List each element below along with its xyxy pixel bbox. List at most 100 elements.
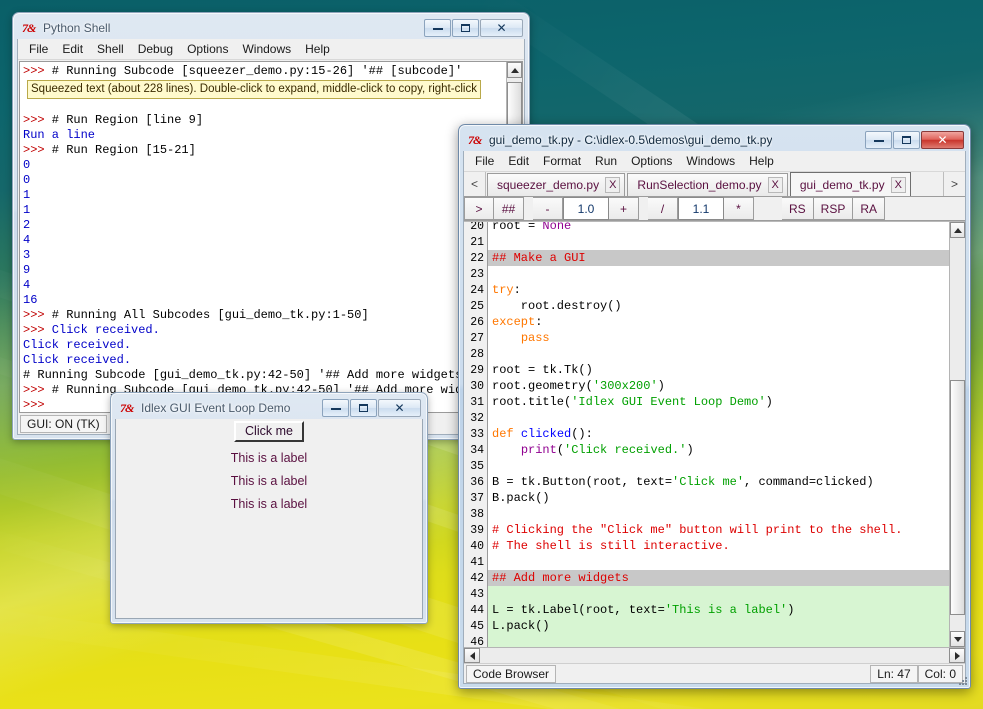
code-line[interactable]: root.geometry('300x200') — [488, 378, 949, 394]
scroll-down-icon[interactable] — [950, 631, 965, 647]
python-shell-output-area[interactable]: >>> # Running Subcode [squeezer_demo.py:… — [19, 61, 523, 413]
resize-grip-icon[interactable] — [955, 673, 969, 687]
editor-menu-run[interactable]: Run — [588, 152, 624, 170]
editor-menu-windows[interactable]: Windows — [679, 152, 742, 170]
close-icon[interactable]: ✕ — [480, 19, 523, 37]
code-line[interactable]: L = tk.Label(root, text='This is a label… — [488, 602, 949, 618]
python-shell-output-text[interactable]: >>> # Running Subcode [squeezer_demo.py:… — [20, 62, 506, 412]
code-line[interactable] — [488, 234, 949, 250]
code-line[interactable] — [488, 634, 949, 647]
shell-menu-shell[interactable]: Shell — [90, 40, 131, 58]
python-shell-window-buttons[interactable]: ✕ — [424, 19, 523, 37]
code-line[interactable]: ## Make a GUI — [488, 250, 949, 266]
maximize-icon[interactable] — [452, 19, 479, 37]
shell-menu-windows[interactable]: Windows — [235, 40, 298, 58]
minimize-icon[interactable] — [322, 399, 349, 417]
value-entry-2[interactable]: 1.1 — [678, 197, 724, 220]
subcode-marker-button[interactable]: ## — [494, 197, 524, 220]
scroll-up-icon[interactable] — [507, 62, 522, 78]
run-all-button[interactable]: RA — [853, 197, 885, 220]
multiply-button[interactable]: * — [724, 197, 754, 220]
editor-tab-squeezer-demo-py[interactable]: squeezer_demo.pyX — [487, 173, 625, 196]
scroll-left-icon[interactable] — [464, 648, 480, 663]
scrollbar-track-lower[interactable] — [950, 615, 965, 631]
editor-menu-options[interactable]: Options — [624, 152, 679, 170]
code-line[interactable]: # The shell is still interactive. — [488, 538, 949, 554]
code-line[interactable] — [488, 266, 949, 282]
code-line[interactable]: root.destroy() — [488, 298, 949, 314]
idlex-gui-demo-window[interactable]: 7& Idlex GUI Event Loop Demo ✕ Click me … — [110, 392, 428, 624]
shell-menu-edit[interactable]: Edit — [55, 40, 90, 58]
code-line[interactable] — [488, 554, 949, 570]
editor-menu-file[interactable]: File — [468, 152, 501, 170]
idlex-gui-demo-window-buttons[interactable]: ✕ — [322, 399, 421, 417]
decrease-button[interactable]: - — [533, 197, 563, 220]
python-shell-menubar[interactable]: FileEditShellDebugOptionsWindowsHelp — [18, 39, 524, 60]
code-line[interactable]: pass — [488, 330, 949, 346]
shell-menu-file[interactable]: File — [22, 40, 55, 58]
editor-tabbar[interactable]: <squeezer_demo.pyXRunSelection_demo.pyXg… — [464, 172, 965, 197]
editor-menu-edit[interactable]: Edit — [501, 152, 536, 170]
increase-button[interactable]: + — [609, 197, 639, 220]
tab-scroll-right-icon[interactable]: > — [943, 172, 965, 196]
editor-menu-help[interactable]: Help — [742, 152, 781, 170]
code-line[interactable] — [488, 346, 949, 362]
run-subcode-button[interactable]: > — [464, 197, 494, 220]
editor-tab-gui-demo-tk-py[interactable]: gui_demo_tk.pyX — [790, 172, 911, 196]
scroll-right-icon[interactable] — [949, 648, 965, 663]
editor-menubar[interactable]: FileEditFormatRunOptionsWindowsHelp — [464, 151, 965, 172]
editor-horizontal-scrollbar[interactable] — [464, 647, 965, 663]
shell-menu-help[interactable]: Help — [298, 40, 337, 58]
idlex-gui-demo-titlebar[interactable]: 7& Idlex GUI Event Loop Demo ✕ — [115, 397, 423, 419]
scroll-up-icon[interactable] — [950, 222, 965, 238]
shell-menu-options[interactable]: Options — [180, 40, 235, 58]
maximize-icon[interactable] — [350, 399, 377, 417]
python-shell-window[interactable]: 7& Python Shell ✕ FileEditShellDebugOpti… — [12, 12, 530, 440]
editor-vertical-scrollbar[interactable] — [949, 222, 965, 647]
code-line[interactable]: ## Add more widgets — [488, 570, 949, 586]
code-line[interactable]: root.title('Idlex GUI Event Loop Demo') — [488, 394, 949, 410]
tab-close-icon[interactable]: X — [891, 177, 906, 193]
hscrollbar-track[interactable] — [480, 648, 949, 663]
gui-demo-editor-window[interactable]: 7& gui_demo_tk.py - C:\idlex-0.5\demos\g… — [458, 124, 971, 689]
editor-toolbar[interactable]: >##-1.0+ /1.1* RSRSPRA — [464, 197, 965, 221]
code-line[interactable]: def clicked(): — [488, 426, 949, 442]
scrollbar-track-upper[interactable] — [950, 238, 965, 380]
editor-tab-runselection-demo-py[interactable]: RunSelection_demo.pyX — [627, 173, 787, 196]
run-selection-print-button[interactable]: RSP — [814, 197, 854, 220]
code-line[interactable]: B.pack() — [488, 490, 949, 506]
click-me-button[interactable]: Click me — [234, 421, 304, 442]
squeezed-text-banner[interactable]: Squeezed text (about 228 lines). Double-… — [27, 80, 481, 99]
code-line[interactable]: root = None — [488, 221, 949, 234]
code-line[interactable] — [488, 586, 949, 602]
code-line[interactable]: except: — [488, 314, 949, 330]
scrollbar-thumb[interactable] — [950, 380, 965, 615]
close-icon[interactable]: ✕ — [921, 131, 964, 149]
editor-window-buttons[interactable]: ✕ — [865, 131, 964, 149]
editor-titlebar[interactable]: 7& gui_demo_tk.py - C:\idlex-0.5\demos\g… — [463, 129, 966, 151]
tab-close-icon[interactable]: X — [605, 177, 620, 193]
code-text[interactable]: root = None ## Make a GUI try: root.dest… — [488, 221, 949, 647]
maximize-icon[interactable] — [893, 131, 920, 149]
code-line[interactable] — [488, 410, 949, 426]
shell-menu-debug[interactable]: Debug — [131, 40, 180, 58]
code-line[interactable]: root = tk.Tk() — [488, 362, 949, 378]
minimize-icon[interactable] — [424, 19, 451, 37]
minimize-icon[interactable] — [865, 131, 892, 149]
editor-menu-format[interactable]: Format — [536, 152, 588, 170]
python-shell-titlebar[interactable]: 7& Python Shell ✕ — [17, 17, 525, 39]
value-entry-1[interactable]: 1.0 — [563, 197, 609, 220]
code-line[interactable] — [488, 458, 949, 474]
code-line[interactable]: try: — [488, 282, 949, 298]
close-icon[interactable]: ✕ — [378, 399, 421, 417]
divide-button[interactable]: / — [648, 197, 678, 220]
code-line[interactable]: L.pack() — [488, 618, 949, 634]
code-line[interactable] — [488, 506, 949, 522]
tab-scroll-left-icon[interactable]: < — [464, 172, 486, 196]
tab-close-icon[interactable]: X — [768, 177, 783, 193]
code-line[interactable]: print('Click received.') — [488, 442, 949, 458]
run-selection-button[interactable]: RS — [782, 197, 814, 220]
editor-code-area[interactable]: 2021222324252627282930313233343536373839… — [464, 221, 965, 647]
code-line[interactable]: # Clicking the "Click me" button will pr… — [488, 522, 949, 538]
code-line[interactable]: B = tk.Button(root, text='Click me', com… — [488, 474, 949, 490]
